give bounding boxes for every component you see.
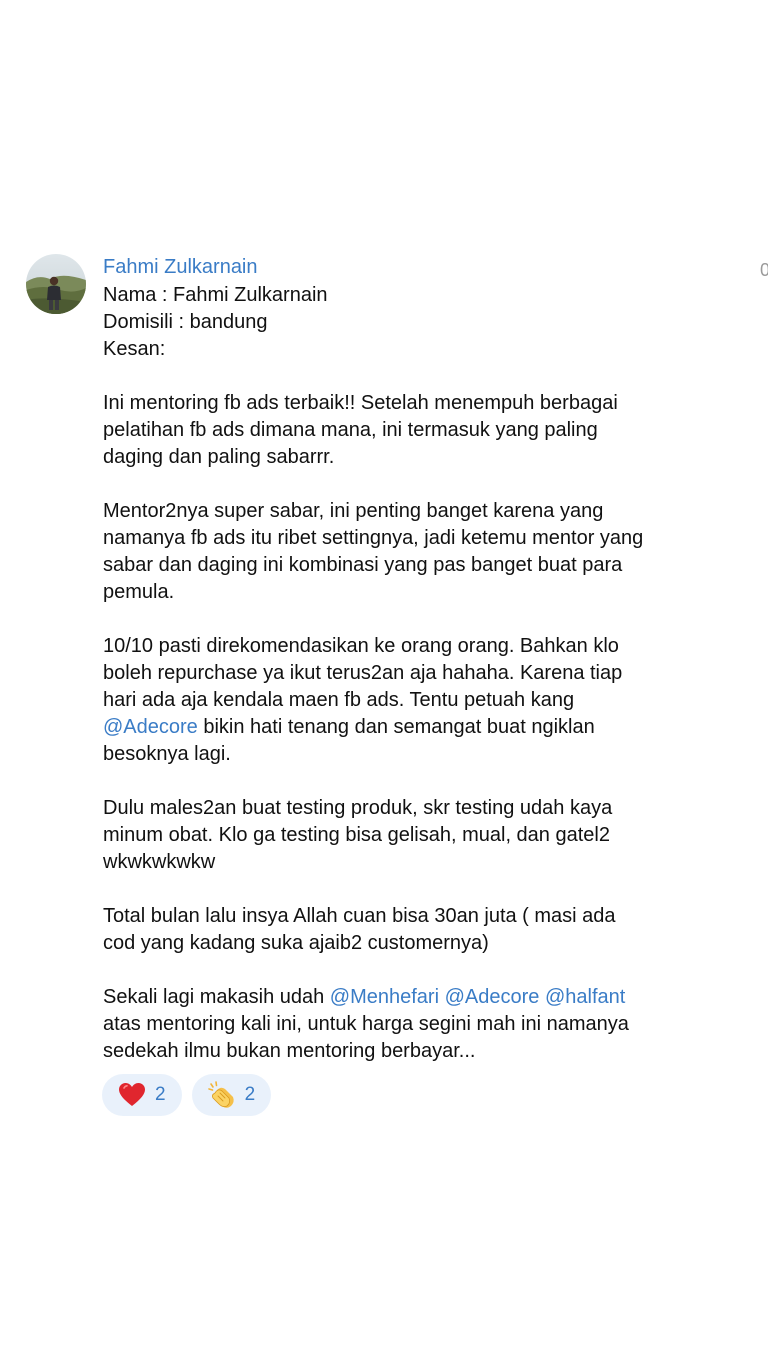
message-text-segment: hari ada aja kendala maen fb ads. Tentu … <box>103 689 575 711</box>
message-text-segment: Domisili : bandung <box>103 311 268 333</box>
message-line: Mentor2nya super sabar, ini penting bang… <box>103 498 743 525</box>
message-line: cod yang kadang suka ajaib2 customernya) <box>103 930 743 957</box>
message-text-segment: besoknya lagi. <box>103 743 231 765</box>
avatar[interactable] <box>26 254 86 314</box>
message-line: Domisili : bandung <box>103 309 743 336</box>
message-timestamp: 0 <box>760 258 768 282</box>
message-line <box>103 363 743 390</box>
message-line: 10/10 pasti direkomendasikan ke orang or… <box>103 633 743 660</box>
message-text-segment: Nama : Fahmi Zulkarnain <box>103 284 328 306</box>
mention-link[interactable]: @Adecore <box>103 716 198 738</box>
message-line <box>103 471 743 498</box>
message-line: wkwkwkwkw <box>103 849 743 876</box>
mention-link[interactable]: @halfant <box>545 986 625 1008</box>
message-text-segment: Total bulan lalu insya Allah cuan bisa 3… <box>103 905 616 927</box>
reactions-bar: 2 2 <box>102 1074 272 1116</box>
message-line: namanya fb ads itu ribet settingnya, jad… <box>103 525 743 552</box>
message-line: Sekali lagi makasih udah @Menhefari @Ade… <box>103 984 743 1011</box>
message-text-segment: Sekali lagi makasih udah <box>103 986 330 1008</box>
message-text: Nama : Fahmi Zulkarnain Domisili : bandun… <box>103 282 743 1065</box>
message-line: Total bulan lalu insya Allah cuan bisa 3… <box>103 903 743 930</box>
timestamp-text: 0 <box>760 260 768 280</box>
message-line: atas mentoring kali ini, untuk harga seg… <box>103 1011 743 1038</box>
message-text-segment: sedekah ilmu bukan mentoring berbayar... <box>103 1040 476 1062</box>
clapping-hands-icon <box>207 1080 237 1110</box>
message-text-segment: cod yang kadang suka ajaib2 customernya) <box>103 932 489 954</box>
reaction-count: 2 <box>155 1084 166 1105</box>
message-line <box>103 768 743 795</box>
message-text-segment: atas mentoring kali ini, untuk harga seg… <box>103 1013 629 1035</box>
message-text-segment: sabar dan daging ini kombinasi yang pas … <box>103 554 623 576</box>
message-line <box>103 606 743 633</box>
message-line: hari ada aja kendala maen fb ads. Tentu … <box>103 687 743 714</box>
reaction-heart[interactable]: 2 <box>102 1074 182 1116</box>
message-line: sabar dan daging ini kombinasi yang pas … <box>103 552 743 579</box>
mention-link[interactable]: @Menhefari <box>330 986 439 1008</box>
message-line <box>103 957 743 984</box>
message-line: pemula. <box>103 579 743 606</box>
heart-icon <box>117 1080 147 1110</box>
message-text-segment: Kesan: <box>103 338 166 360</box>
sender-name[interactable]: Fahmi Zulkarnain <box>103 252 743 282</box>
avatar-photo <box>26 254 86 314</box>
message-text-segment: minum obat. Klo ga testing bisa gelisah,… <box>103 824 610 846</box>
message-text-segment: Dulu males2an buat testing produk, skr t… <box>103 797 613 819</box>
message-text-segment: pelatihan fb ads dimana mana, ini termas… <box>103 419 598 441</box>
message-line: boleh repurchase ya ikut terus2an aja ha… <box>103 660 743 687</box>
message-text-segment: bikin hati tenang dan semangat buat ngik… <box>197 716 595 738</box>
message-text-segment: Ini mentoring fb ads terbaik!! Setelah m… <box>103 392 618 414</box>
message-line: Kesan: <box>103 336 743 363</box>
message-line: @Adecore bikin hati tenang dan semangat … <box>103 714 743 741</box>
message-text-segment: Mentor2nya super sabar, ini penting bang… <box>103 500 604 522</box>
message-text-segment: pemula. <box>103 581 175 603</box>
message-line: sedekah ilmu bukan mentoring berbayar... <box>103 1038 743 1065</box>
message-line: pelatihan fb ads dimana mana, ini termas… <box>103 417 743 444</box>
message-line: Nama : Fahmi Zulkarnain <box>103 282 743 309</box>
message-line: minum obat. Klo ga testing bisa gelisah,… <box>103 822 743 849</box>
message-text-segment: namanya fb ads itu ribet settingnya, jad… <box>103 527 644 549</box>
message-line: daging dan paling sabarrr. <box>103 444 743 471</box>
message-line: Dulu males2an buat testing produk, skr t… <box>103 795 743 822</box>
message-text-segment: daging dan paling sabarrr. <box>103 446 335 468</box>
message-text-segment: 10/10 pasti direkomendasikan ke orang or… <box>103 635 619 657</box>
message-text-segment: boleh repurchase ya ikut terus2an aja ha… <box>103 662 623 684</box>
message-line: Ini mentoring fb ads terbaik!! Setelah m… <box>103 390 743 417</box>
reaction-count: 2 <box>244 1084 256 1105</box>
message-line <box>103 876 743 903</box>
message-text-segment: wkwkwkwkw <box>103 851 216 873</box>
message-line: besoknya lagi. <box>103 741 743 768</box>
mention-link[interactable]: @Adecore <box>445 986 540 1008</box>
reaction-clap[interactable]: 2 <box>191 1074 272 1116</box>
